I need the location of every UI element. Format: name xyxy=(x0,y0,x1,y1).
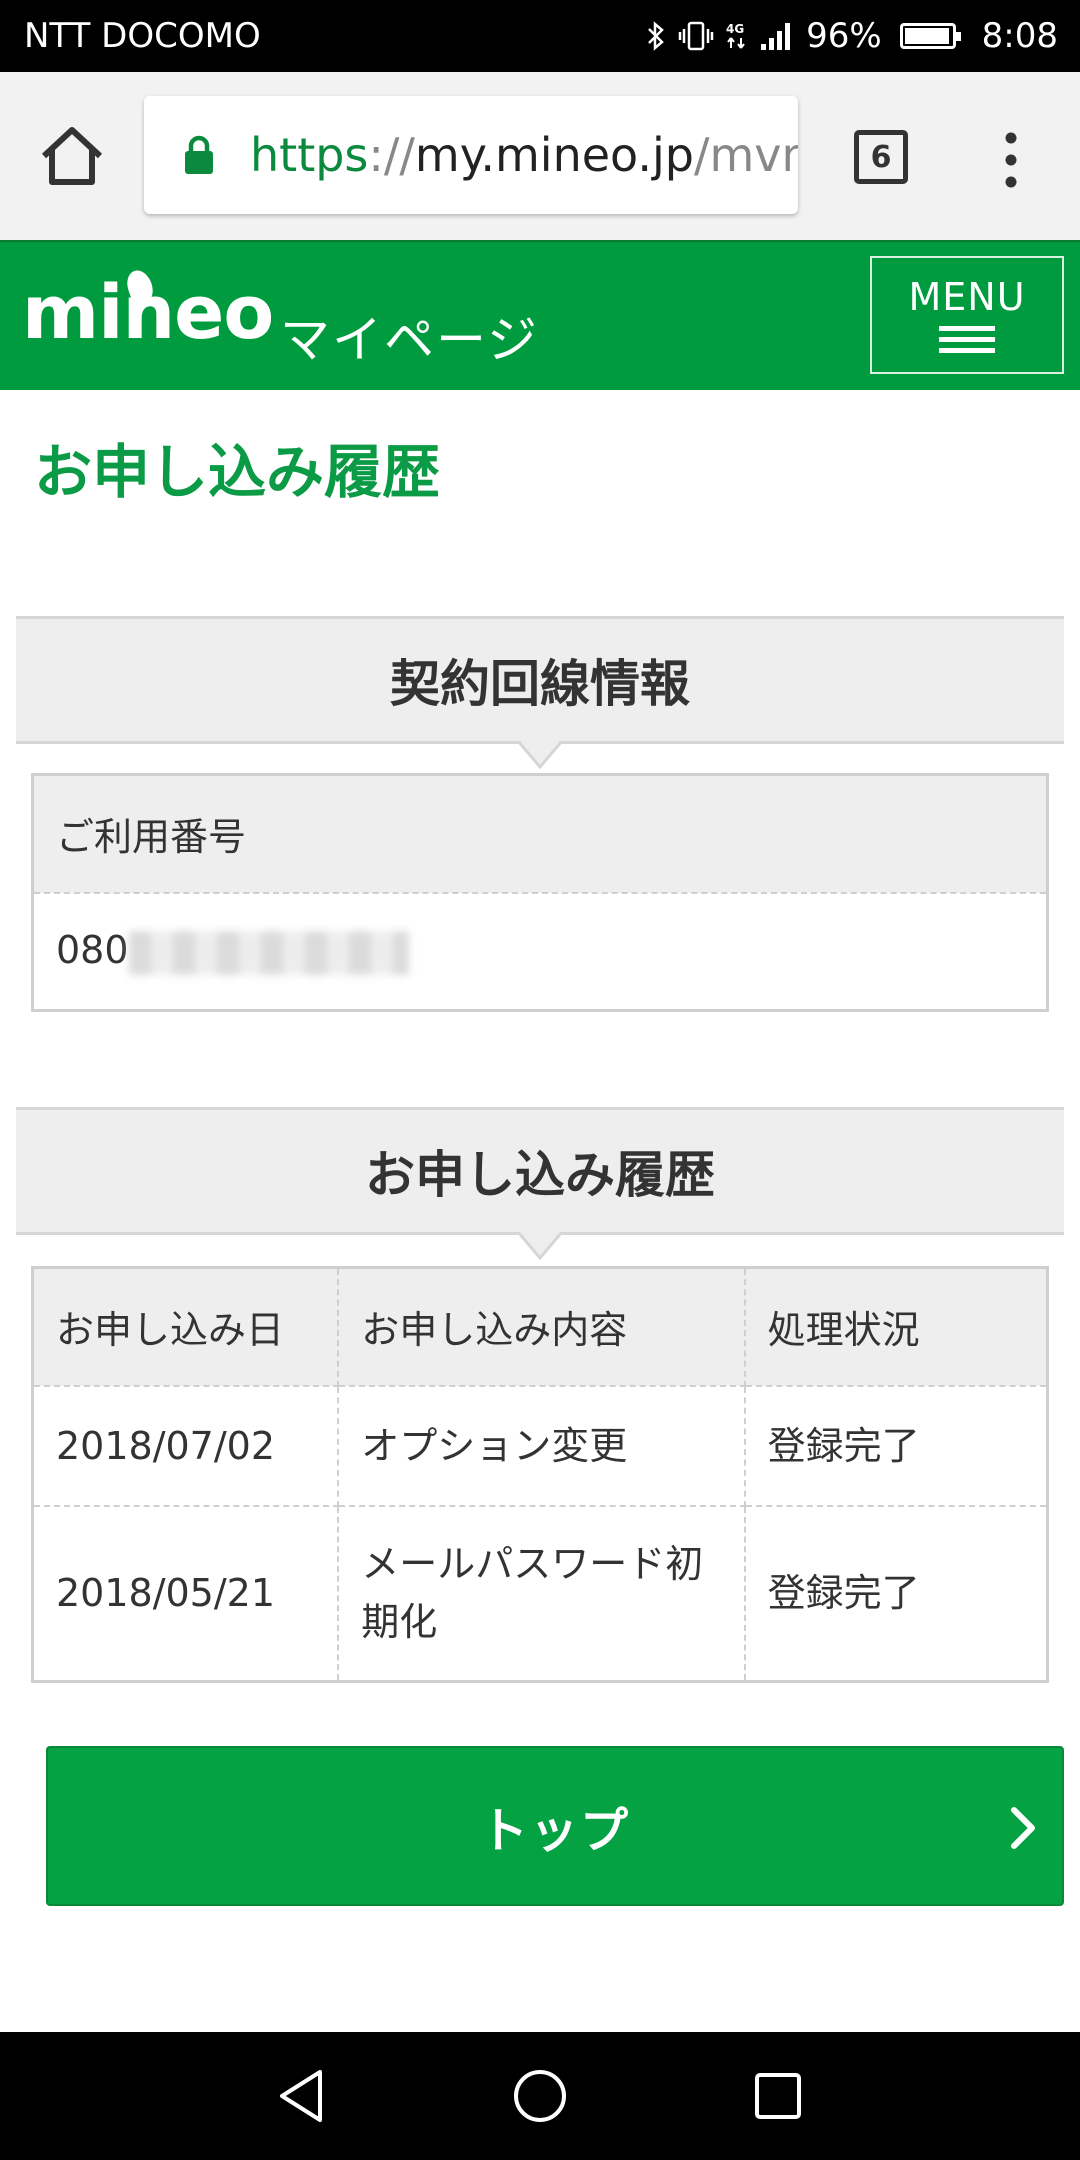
content-cell: オプション変更 xyxy=(338,1385,746,1507)
back-icon[interactable] xyxy=(272,2066,332,2126)
contract-section-header: 契約回線情報 xyxy=(16,616,1064,769)
browser-toolbar: https://my.mineo.jp/mvn 6 xyxy=(0,72,1080,240)
top-button[interactable]: トップ xyxy=(46,1746,1064,1906)
date-cell: 2018/07/02 xyxy=(32,1385,340,1507)
history-section-header: お申し込み履歴 xyxy=(16,1107,1064,1260)
4g-icon: 4G xyxy=(726,20,748,52)
section-pointer-arrow xyxy=(518,1232,562,1260)
date-cell: 2018/05/21 xyxy=(32,1505,340,1682)
history-table: お申し込み日 お申し込み内容 処理状況 2018/07/02 オプション変更 登… xyxy=(31,1266,1049,1683)
vibrate-icon xyxy=(678,20,714,52)
masked-number-blur xyxy=(128,930,409,975)
status-cell: 登録完了 xyxy=(744,1385,1048,1507)
usage-number-value: 080 xyxy=(56,928,129,972)
bluetooth-icon xyxy=(646,20,666,52)
site-header: mineo マイページ MENU xyxy=(0,240,1080,390)
contract-section-title: 契約回線情報 xyxy=(390,655,690,713)
recents-icon[interactable] xyxy=(748,2066,808,2126)
date-header: お申し込み日 xyxy=(32,1267,340,1387)
table-row: 2018/07/02 オプション変更 登録完了 xyxy=(32,1385,1048,1507)
more-vert-icon[interactable] xyxy=(994,130,1028,190)
content-cell: メールパスワード初期化 xyxy=(338,1505,746,1682)
table-row: 2018/05/21 メールパスワード初期化 登録完了 xyxy=(32,1505,1048,1682)
mypage-label: マイページ xyxy=(280,311,539,369)
chevron-right-icon xyxy=(1011,1807,1035,1849)
battery-icon xyxy=(899,23,961,49)
signal-icon xyxy=(760,20,794,52)
tab-switcher-button[interactable]: 6 xyxy=(854,130,908,184)
url-text: https://my.mineo.jp/mvn xyxy=(250,128,798,182)
status-icons: 4G 96% 8:08 xyxy=(646,16,1058,56)
battery-percent: 96% xyxy=(806,16,882,56)
clock: 8:08 xyxy=(981,16,1058,56)
carrier-label: NTT DOCOMO xyxy=(24,16,261,56)
hamburger-icon xyxy=(939,326,995,353)
url-bar[interactable]: https://my.mineo.jp/mvn xyxy=(144,96,798,214)
page-title: お申し込み履歴 xyxy=(34,438,441,506)
menu-label: MENU xyxy=(908,275,1026,319)
status-bar: NTT DOCOMO 4G 96% 8:08 xyxy=(0,0,1080,72)
history-section-title: お申し込み履歴 xyxy=(365,1146,715,1204)
usage-number-cell: 080 xyxy=(33,893,1048,1011)
content-header: お申し込み内容 xyxy=(338,1267,746,1387)
table-header-row: お申し込み日 お申し込み内容 処理状況 xyxy=(32,1267,1048,1387)
contract-table: ご利用番号 080 xyxy=(31,773,1049,1012)
lock-icon xyxy=(185,135,213,174)
status-cell: 登録完了 xyxy=(767,1571,920,1616)
home-icon[interactable] xyxy=(36,124,108,188)
menu-button[interactable]: MENU xyxy=(870,256,1064,374)
tab-count: 6 xyxy=(870,139,892,175)
usage-number-header: ご利用番号 xyxy=(32,774,1048,894)
status-header: 処理状況 xyxy=(744,1267,1048,1387)
home-circle-icon[interactable] xyxy=(510,2066,570,2126)
section-pointer-arrow xyxy=(518,741,562,769)
top-button-label: トップ xyxy=(479,1803,630,1859)
android-nav-bar xyxy=(0,2032,1080,2160)
svg-text:4G: 4G xyxy=(726,22,744,36)
